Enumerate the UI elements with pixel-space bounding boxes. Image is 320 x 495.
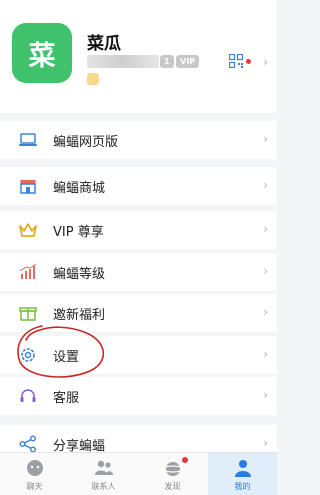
chevron-right-icon: › (263, 305, 268, 319)
tab-label: 聊天 (26, 482, 43, 491)
menu-label: 邀新福利 (53, 308, 106, 323)
menu-item-store[interactable]: 蝙蝠商城 › (0, 167, 277, 205)
user-name: 菜瓜 (87, 34, 121, 54)
share-icon (19, 435, 36, 453)
gift-icon (19, 307, 37, 321)
chevron-right-icon: › (263, 222, 268, 236)
chevron-right-icon: › (263, 178, 268, 192)
menu-label: 客服 (53, 391, 80, 406)
person-icon (235, 460, 251, 477)
chevron-right-icon: › (263, 436, 268, 450)
notification-dot (246, 59, 251, 64)
qr-code-icon[interactable] (229, 54, 243, 68)
tab-me[interactable]: 我的 (208, 453, 277, 495)
contacts-icon (95, 460, 113, 475)
chevron-right-icon: › (263, 347, 268, 361)
chevron-right-icon: › (263, 55, 268, 69)
headset-icon (20, 389, 36, 402)
menu-item-customer-service[interactable]: 客服 › (0, 377, 277, 415)
planet-icon (163, 462, 183, 476)
menu-label: 蝙蝠等级 (53, 267, 106, 282)
tab-chat[interactable]: 聊天 (0, 453, 69, 495)
chevron-right-icon: › (263, 388, 268, 402)
menu-item-web-version[interactable]: 蝙蝠网页版 › (0, 121, 277, 159)
menu-item-settings[interactable]: 设置 › (0, 336, 277, 374)
menu-item-invite[interactable]: 邀新福利 › (0, 294, 277, 332)
level-badge: 1 (160, 55, 174, 68)
tab-label: 联系人 (91, 482, 116, 491)
blurred-user-id (87, 55, 159, 68)
menu-label: 设置 (53, 350, 80, 365)
tab-label: 发现 (164, 482, 181, 491)
tab-contacts[interactable]: 联系人 (69, 453, 138, 495)
profile-card[interactable]: 菜 菜瓜 1 VIP › (0, 0, 277, 113)
menu-label: 蝙蝠网页版 (53, 135, 119, 150)
menu-item-level[interactable]: 蝙蝠等级 › (0, 253, 277, 291)
chevron-right-icon: › (263, 264, 268, 278)
chat-bat-icon (27, 460, 43, 476)
menu-item-vip[interactable]: VIP 尊享 › (0, 211, 277, 249)
tab-label: 我的 (234, 482, 251, 491)
avatar-character: 菜 (28, 40, 56, 72)
medal-icon (87, 73, 99, 85)
chevron-right-icon: › (263, 132, 268, 146)
tab-discover[interactable]: 发现 (138, 453, 207, 495)
notification-dot (182, 457, 188, 463)
bottom-tab-bar: 聊天 联系人 发现 我的 (0, 452, 277, 495)
laptop-icon (19, 133, 37, 146)
menu-label: 蝙蝠商城 (53, 181, 106, 196)
settings-gear-icon (21, 348, 35, 362)
store-icon (20, 180, 36, 194)
level-chart-icon (19, 263, 37, 279)
crown-icon (19, 223, 37, 237)
menu-label: VIP 尊享 (53, 225, 104, 240)
vip-badge: VIP (176, 55, 200, 68)
avatar[interactable]: 菜 (12, 23, 72, 83)
